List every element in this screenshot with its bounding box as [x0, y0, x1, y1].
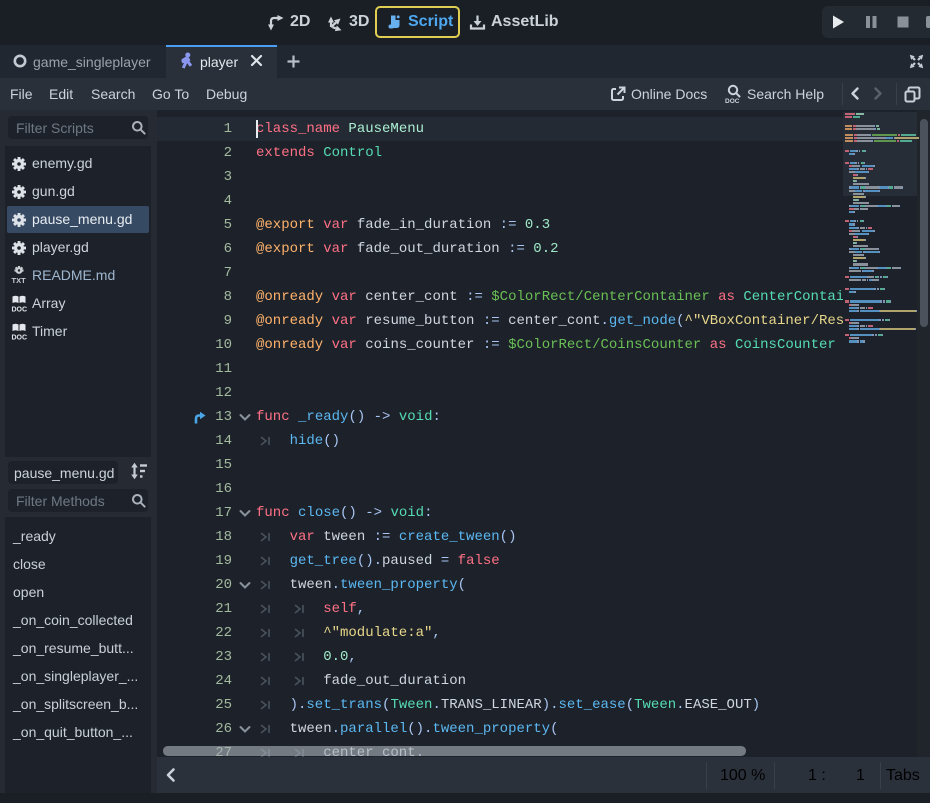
svg-text:TXT: TXT — [12, 276, 27, 284]
svg-text:DOC: DOC — [725, 98, 740, 104]
svg-text:DOC: DOC — [12, 307, 28, 313]
svg-text:DOC: DOC — [12, 335, 28, 341]
